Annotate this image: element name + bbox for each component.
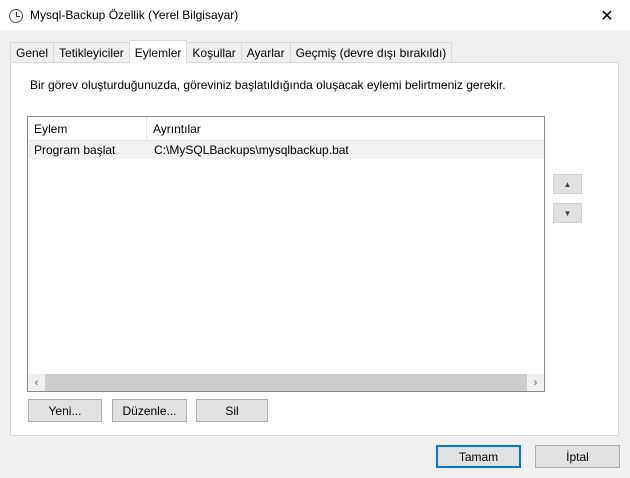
scroll-left-icon[interactable]: ‹	[28, 374, 45, 391]
scroll-right-icon[interactable]: ›	[527, 374, 544, 391]
tab-strip: Genel Tetikleyiciler Eylemler Koşullar A…	[10, 40, 453, 64]
row-action-cell: Program başlat	[34, 143, 116, 157]
edit-button[interactable]: Düzenle...	[112, 399, 187, 422]
panel-description: Bir görev oluşturduğunuzda, göreviniz ba…	[30, 78, 506, 92]
tab-triggers[interactable]: Tetikleyiciler	[53, 42, 129, 63]
table-row[interactable]: Program başlat C:\MySQLBackups\mysqlback…	[28, 141, 544, 159]
cancel-button[interactable]: İptal	[535, 445, 620, 468]
tab-history[interactable]: Geçmiş (devre dışı bırakıldı)	[289, 42, 453, 63]
clock-icon	[9, 9, 23, 23]
scroll-track[interactable]	[45, 374, 527, 391]
tab-settings[interactable]: Ayarlar	[240, 42, 290, 63]
actions-list[interactable]: Eylem Ayrıntılar Program başlat C:\MySQL…	[27, 116, 545, 392]
ok-button[interactable]: Tamam	[436, 445, 521, 468]
new-button[interactable]: Yeni...	[28, 399, 102, 422]
row-details-cell: C:\MySQLBackups\mysqlbackup.bat	[154, 143, 349, 157]
delete-button[interactable]: Sil	[196, 399, 268, 422]
column-header-action[interactable]: Eylem	[28, 117, 147, 141]
move-down-button[interactable]: ▼	[553, 203, 582, 223]
list-header: Eylem Ayrıntılar	[28, 117, 544, 141]
tab-general[interactable]: Genel	[10, 42, 54, 63]
scroll-thumb[interactable]	[45, 374, 527, 391]
move-up-button[interactable]: ▲	[553, 174, 582, 194]
actions-panel: Bir görev oluşturduğunuzda, göreviniz ba…	[10, 62, 619, 436]
close-button[interactable]: ✕	[584, 0, 630, 31]
horizontal-scrollbar[interactable]: ‹ ›	[28, 374, 544, 391]
tab-actions[interactable]: Eylemler	[128, 40, 188, 64]
column-header-details[interactable]: Ayrıntılar	[147, 117, 544, 141]
tab-conditions[interactable]: Koşullar	[187, 42, 241, 63]
window-title: Mysql-Backup Özellik (Yerel Bilgisayar)	[30, 8, 239, 22]
title-bar: Mysql-Backup Özellik (Yerel Bilgisayar) …	[0, 0, 630, 31]
